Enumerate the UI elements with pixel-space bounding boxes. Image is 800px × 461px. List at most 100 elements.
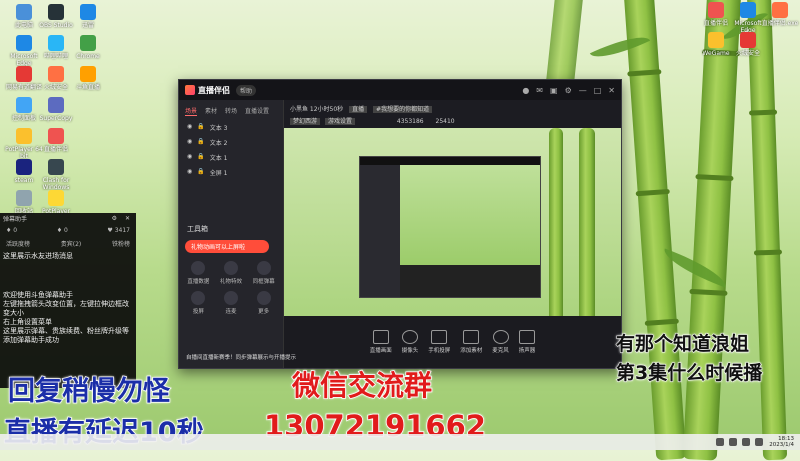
eye-icon[interactable]: ◉ [187,138,192,147]
camera-button[interactable]: 摄像头 [402,330,418,354]
room-tag[interactable]: 直播 [349,105,368,113]
tool-live-data[interactable]: 直播数据 [185,261,212,285]
preview-bamboo [579,128,595,333]
panel-controls[interactable]: ⚙ ✕ [112,215,133,222]
app-icon [80,4,96,20]
app-icon [16,4,32,20]
lock-icon[interactable]: 🔒 [197,153,204,162]
app-icon [16,128,32,144]
eye-icon[interactable]: ◉ [187,168,192,177]
desktop-shortcut-label: 直播伴侣.exe [761,20,799,27]
room-category[interactable]: 梦幻西游 [290,117,321,125]
desktop-shortcut[interactable]: 迅雷 [66,4,110,29]
screen-capture-button[interactable]: 直播画面 [370,330,392,354]
avatar-icon[interactable]: ● [522,86,529,95]
desktop-shortcut[interactable]: 斗鱼直播 [66,66,110,91]
settings-icon[interactable]: ⚙ [565,86,572,95]
room-topic[interactable]: #我想要的你都知道 [373,105,433,113]
stat-likes: ♦ 0 [6,227,18,234]
tool-co-stream[interactable]: 连麦 [218,291,245,315]
desktop-shortcut[interactable]: Chrome [66,35,110,60]
app-icon [16,159,32,175]
lock-icon[interactable]: 🔒 [197,168,204,177]
desktop-shortcut-label: 直播伴侣 [43,146,68,153]
desktop-shortcut-label: SuperCopy [39,115,73,122]
eye-icon[interactable]: ◉ [187,153,192,162]
tab-transition[interactable]: 转场 [225,106,237,116]
desktop-shortcut[interactable]: 火绒安全 [726,32,770,57]
scene-item[interactable]: ◉ 🔒 全屏 1 [179,165,283,180]
overlay-question-line2: 第3集什么时候播 [615,362,763,385]
app-icon [48,66,64,82]
tool-gift-effects[interactable]: 礼物特效 [218,261,245,285]
volume-icon[interactable] [742,438,751,446]
tab-live-settings[interactable]: 直播设置 [245,106,269,116]
room-title: 小黑鱼 12小时50秒 [290,105,344,113]
gift-animation-banner[interactable]: 礼物动画可以上屏啦 [185,240,269,253]
left-panel: 场景 素材 转场 直播设置 ◉ 🔒 文本 3 ◉ 🔒 文本 2 ◉ 🔒 文本 1 ◉ 🔒 全屏 … [179,100,284,368]
app-icon [48,190,64,206]
gift-icon [223,261,238,275]
tab-scene[interactable]: 场景 [185,106,198,116]
help-badge[interactable]: 帮助 [236,84,257,96]
desktop-shortcut[interactable]: PotPlayer [34,190,78,215]
danmaku-panel[interactable]: 弹幕助手 ⚙ ✕ ♦ 0 ♦ 0 ♥ 3417 活跃度榜 贵宾(2) 铁粉榜 这… [0,213,136,388]
desktop-shortcut[interactable]: 直播伴侣 [34,128,78,153]
app-icon [16,97,32,113]
desktop-shortcut[interactable]: Clash for Windows [34,159,78,191]
tool-danmaku[interactable]: 同框弹幕 [250,261,277,285]
microphone-button[interactable]: 麦克风 [492,330,509,354]
scene-item[interactable]: ◉ 🔒 文本 3 [179,120,283,135]
room-header: 小黑鱼 12小时50秒 直播 #我想要的你都知道 梦幻西游 游戏设置 43531… [284,100,621,128]
app-icon [740,2,756,18]
eye-icon[interactable]: ◉ [187,123,192,132]
tab-activity-rank[interactable]: 活跃度榜 [6,239,30,248]
tab-vip[interactable]: 贵宾(2) [61,239,82,248]
lock-icon[interactable]: 🔒 [197,138,204,147]
speaker-button[interactable]: 扬声器 [519,330,535,354]
scene-item[interactable]: ◉ 🔒 文本 2 [179,135,283,150]
desktop-shortcut[interactable]: SuperCopy [34,97,78,122]
maximize-icon[interactable]: □ [594,86,602,95]
app-icon [48,35,64,51]
minimize-icon[interactable]: — [579,86,587,95]
tab-material[interactable]: 素材 [205,106,217,116]
add-material-button[interactable]: 添加素材 [460,330,482,354]
gift-icon[interactable]: ▣ [550,86,558,95]
danmaku-messages: 欢迎使用斗鱼弹幕助手 左键拖拽箭头改变位置，左键拉伸边框改变大小 右上角设置菜单… [0,289,136,347]
desktop-shortcut[interactable]: 直播伴侣.exe [758,2,800,27]
live-preview-canvas[interactable] [284,128,621,333]
danmaku-panel-title: 弹幕助手 [3,216,28,223]
live-companion-window[interactable]: 直播伴侣 帮助 ● ✉ ▣ ⚙ — □ ✕ 场景 素材 转场 直播设置 ◉ 🔒 文本… [178,79,622,369]
chevron-up-icon[interactable] [716,438,725,446]
status-tip: 自播间直播新赛季！同步弹幕展示与开播提示 [186,355,297,361]
app-icon [740,32,756,48]
clock[interactable]: 18:13 2023/1/4 [769,436,794,448]
lock-icon[interactable]: 🔒 [197,123,204,132]
desktop-shortcut-label: 斗鱼直播 [75,84,100,91]
clock-date: 2023/1/4 [769,442,794,448]
stat-hearts: ♥ 3417 [107,227,130,234]
window-titlebar[interactable]: 直播伴侣 帮助 ● ✉ ▣ ⚙ — □ ✕ [179,80,621,100]
battery-icon[interactable] [755,438,764,446]
phone-cast-button[interactable]: 手机投屏 [428,330,450,354]
mail-icon[interactable]: ✉ [536,86,543,95]
app-icon [772,2,788,18]
tool-more[interactable]: 更多 [250,291,277,315]
app-icon [80,35,96,51]
danmaku-message: 欢迎使用斗鱼弹幕助手 [3,291,73,299]
bottom-toolbar: 直播画面 摄像头 手机投屏 添加素材 麦克风 扬声器 [284,316,621,368]
danmaku-message: 添加弹幕助手成功 [3,336,59,344]
app-icon [48,159,64,175]
scene-item[interactable]: ◉ 🔒 文本 1 [179,150,283,165]
nested-preview-window [359,156,541,298]
tool-cast[interactable]: 投屏 [185,291,212,315]
room-setting[interactable]: 游戏设置 [324,117,355,125]
app-icon [16,190,32,206]
close-icon[interactable]: ✕ [608,86,615,95]
desktop-shortcut-label: 迅雷 [81,22,94,29]
network-icon[interactable] [729,438,738,446]
tab-fans-rank[interactable]: 铁粉榜 [112,239,130,248]
app-icon [708,32,724,48]
desktop-shortcut-label: 火绒安全 [735,50,760,57]
